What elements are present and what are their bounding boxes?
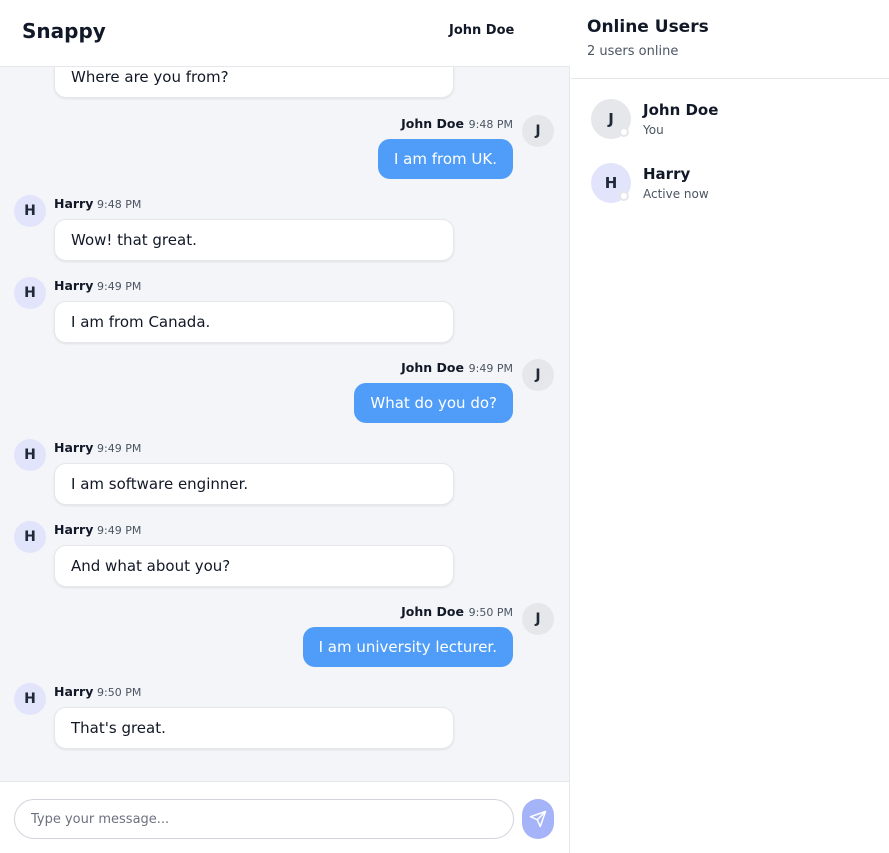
current-user-name: John Doe	[449, 23, 515, 38]
paper-plane-icon	[529, 810, 547, 828]
online-users-count: 2 users online	[587, 44, 679, 59]
online-user-status: You	[643, 123, 664, 137]
message-bubble-outgoing: I am from UK.	[377, 139, 513, 179]
message-bubble-outgoing: What do you do?	[354, 383, 513, 423]
message-time: 9:48 PM	[468, 118, 513, 131]
message-time: 9:49 PM	[97, 442, 142, 455]
message-time: 9:48 PM	[97, 198, 142, 211]
chat-pane: Snappy John Doe Where are you from? J Jo…	[0, 0, 570, 853]
avatar: H	[14, 683, 46, 715]
avatar: H	[14, 277, 46, 309]
app-brand: Snappy	[22, 19, 106, 43]
online-user-name: Harry	[643, 165, 691, 183]
message-author: John Doe	[401, 604, 464, 619]
message-author: John Doe	[401, 360, 464, 375]
message-author: John Doe	[401, 116, 464, 131]
avatar: H	[14, 439, 46, 471]
chat-header: Snappy John Doe	[0, 0, 570, 67]
message-time: 9:49 PM	[468, 362, 513, 375]
online-users-title: Online Users	[587, 17, 709, 37]
avatar: H	[14, 195, 46, 227]
online-user-item[interactable]: H Harry Active now	[571, 163, 889, 219]
avatar: J	[522, 603, 554, 635]
message-bubble-incoming: I am from Canada.	[54, 301, 454, 343]
presence-dot	[619, 191, 629, 201]
message-time: 9:50 PM	[97, 686, 142, 699]
online-user-status: Active now	[643, 187, 709, 201]
message-list[interactable]: Where are you from? J John Doe 9:48 PM I…	[0, 67, 569, 781]
avatar: J	[522, 115, 554, 147]
message-author: Harry	[54, 440, 94, 455]
send-button[interactable]	[522, 799, 554, 839]
online-users-header: Online Users 2 users online	[571, 0, 889, 79]
message-bubble-outgoing: I am university lecturer.	[302, 627, 513, 667]
message-bubble-incoming: Where are you from?	[54, 67, 454, 98]
message-bubble-incoming: Wow! that great.	[54, 219, 454, 261]
message-bubble-incoming: And what about you?	[54, 545, 454, 587]
message-author: Harry	[54, 522, 94, 537]
message-author: Harry	[54, 684, 94, 699]
presence-dot	[619, 127, 629, 137]
avatar: J	[522, 359, 554, 391]
message-input[interactable]	[14, 799, 514, 839]
message-time: 9:49 PM	[97, 280, 142, 293]
message-time: 9:49 PM	[97, 524, 142, 537]
avatar: H	[14, 521, 46, 553]
online-user-item[interactable]: J John Doe You	[571, 99, 889, 155]
message-bubble-incoming: That's great.	[54, 707, 454, 749]
online-user-name: John Doe	[643, 101, 719, 119]
message-author: Harry	[54, 278, 94, 293]
message-author: Harry	[54, 196, 94, 211]
message-composer	[0, 781, 569, 853]
message-time: 9:50 PM	[468, 606, 513, 619]
online-users-panel: Online Users 2 users online J John Doe Y…	[571, 0, 889, 853]
message-bubble-incoming: I am software enginner.	[54, 463, 454, 505]
